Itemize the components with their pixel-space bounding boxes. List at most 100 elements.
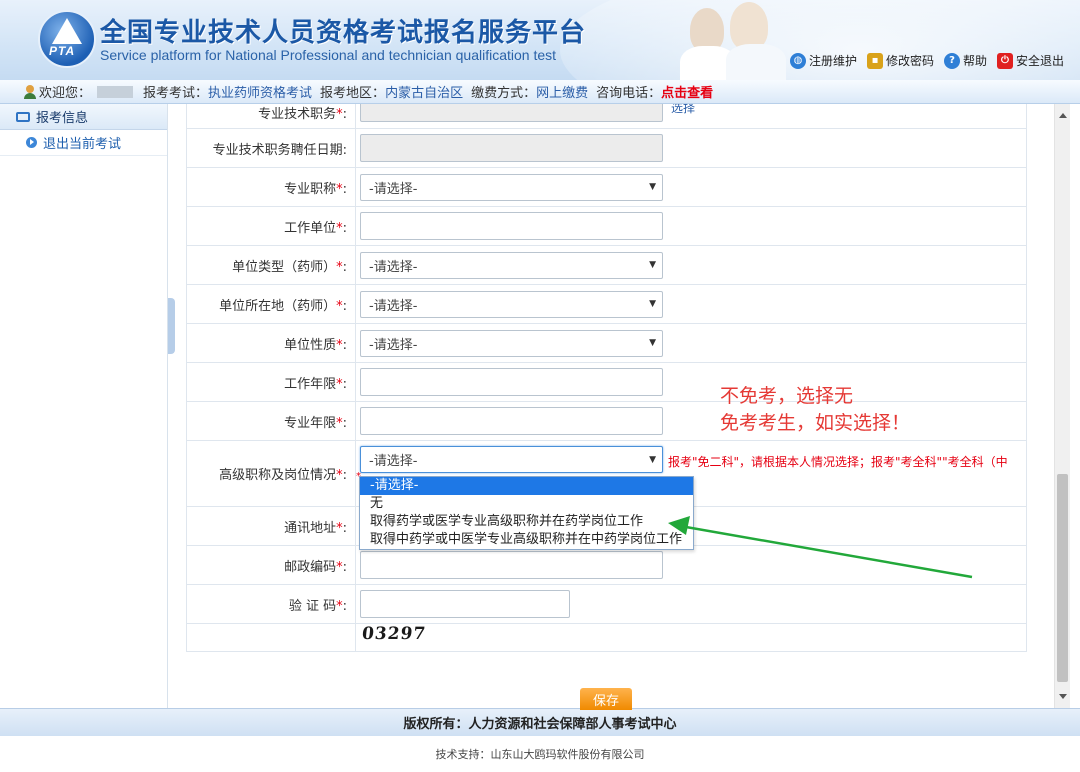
change-password-link[interactable]: ▪ 修改密码 — [866, 52, 934, 69]
username-redacted — [97, 85, 134, 98]
form-control: 03297 — [355, 623, 1027, 652]
form-row-employer: 工作单位*: — [186, 206, 1027, 246]
exam-label: 报考考试： — [143, 86, 209, 101]
help-link[interactable]: ? 帮助 — [943, 52, 987, 69]
power-icon: ⏻ — [996, 52, 1013, 69]
captcha-input[interactable] — [360, 590, 570, 618]
save-button[interactable]: 保存 — [580, 688, 632, 710]
chevron-down-icon: ▼ — [649, 299, 656, 309]
form-row-pro-title: 专业职称*: -请选择- ▼ — [186, 167, 1027, 207]
user-icon — [24, 84, 36, 99]
sidebar-item-exit-exam[interactable]: 退出当前考试 — [0, 130, 167, 156]
top-links: ◍ 注册维护 ▪ 修改密码 ? 帮助 ⏻ 安全退出 — [789, 52, 1064, 69]
dropdown-option[interactable]: 取得中药学或中医学专业高级职称并在中药学岗位工作 — [360, 531, 693, 549]
logo-text: PTA — [49, 44, 76, 58]
pta-logo: PTA — [38, 10, 96, 68]
form-row-postcode: 邮政编码*: — [186, 545, 1027, 585]
title-input — [360, 104, 663, 122]
arrow-circle-icon — [26, 137, 37, 148]
form-control: -请选择- ▼ — [355, 167, 1027, 207]
footer-support: 技术支持：山东山大鸥玛软件股份有限公司 — [435, 748, 645, 761]
region-value: 内蒙古自治区 — [385, 86, 464, 101]
vertical-scrollbar[interactable] — [1054, 104, 1070, 708]
logout-link[interactable]: ⏻ 安全退出 — [996, 52, 1064, 69]
form-label: 单位性质*: — [186, 323, 356, 363]
logo-triangle-icon — [52, 18, 82, 44]
header-photo — [680, 0, 790, 80]
scroll-thumb[interactable] — [1057, 474, 1068, 682]
unit-type-select[interactable]: -请选择- ▼ — [360, 251, 663, 279]
form-label: 通讯地址*: — [186, 506, 356, 546]
annotation-line: 不免考，选择无 — [720, 385, 854, 407]
scroll-up-icon[interactable] — [1059, 113, 1067, 118]
senior-title-dropdown: -请选择- 无 取得药学或医学专业高级职称并在药学岗位工作 取得中药学或中医学专… — [359, 476, 694, 550]
form-label: 高级职称及岗位情况*: — [186, 440, 356, 507]
globe-icon: ◍ — [789, 52, 806, 69]
form-control: -请选择- ▼ — [355, 245, 1027, 285]
captcha-image[interactable]: 03297 — [361, 624, 427, 644]
window-icon — [16, 111, 30, 122]
employer-input[interactable] — [360, 212, 663, 240]
scroll-down-icon[interactable] — [1059, 694, 1067, 699]
dropdown-option[interactable]: -请选择- — [360, 477, 693, 495]
form-label: 工作年限*: — [186, 362, 356, 402]
register-maintain-link[interactable]: ◍ 注册维护 — [789, 52, 857, 69]
exam-value: 执业药师资格考试 — [208, 86, 313, 101]
pro-title-select[interactable]: -请选择- ▼ — [360, 173, 663, 201]
annotation-line: 免考考生，如实选择！ — [720, 412, 911, 434]
pro-years-input[interactable] — [360, 407, 663, 435]
form-label: 专业技术职务*: — [186, 104, 356, 129]
form-label: 验 证 码*: — [186, 584, 356, 624]
form-row-title-date: 专业技术职务聘任日期: — [186, 128, 1027, 168]
annotation-note: 不免考，选择无 免考考生，如实选择！ — [720, 383, 910, 437]
sidebar-collapse-handle[interactable] — [168, 298, 175, 354]
postcode-input[interactable] — [360, 551, 663, 579]
form-row-unit-location: 单位所在地（药师）*: -请选择- ▼ — [186, 284, 1027, 324]
welcome-label: 欢迎您： — [39, 86, 92, 101]
phone-view-link[interactable]: 点击查看 — [661, 82, 713, 101]
site-title: 全国专业技术人员资格考试报名服务平台 — [100, 18, 587, 48]
form-label: 单位所在地（药师）*: — [186, 284, 356, 324]
form-control: -请选择- ▼ — [355, 284, 1027, 324]
form-label: 专业年限*: — [186, 401, 356, 441]
form-control — [355, 362, 1027, 402]
lock-icon: ▪ — [866, 52, 883, 69]
chevron-down-icon: ▼ — [649, 338, 656, 348]
chevron-down-icon: ▼ — [649, 454, 656, 465]
registration-form: 专业技术职务*: 选择 专业技术职务聘任日期: 专业职称*: -请选择- ▼ 工作… — [186, 104, 1027, 652]
form-control — [355, 206, 1027, 246]
unit-location-select[interactable]: -请选择- ▼ — [360, 290, 663, 318]
region-label: 报考地区： — [320, 86, 386, 101]
form-control — [355, 545, 1027, 585]
form-control: -请选择- ▼ — [355, 323, 1027, 363]
sidebar-header[interactable]: 报考信息 — [0, 104, 167, 130]
form-row-unit-nature: 单位性质*: -请选择- ▼ — [186, 323, 1027, 363]
sidebar: 报考信息 退出当前考试 — [0, 104, 168, 708]
form-label: 工作单位*: — [186, 206, 356, 246]
form-control: 选择 — [355, 104, 1027, 129]
footer: 版权所有：人力资源和社会保障部人事考试中心 技术支持：山东山大鸥玛软件股份有限公… — [0, 708, 1080, 772]
form-label: 邮政编码*: — [186, 545, 356, 585]
help-icon: ? — [943, 52, 960, 69]
phone-label: 咨询电话： — [596, 86, 662, 101]
form-label-empty — [186, 623, 356, 652]
form-label: 专业技术职务聘任日期: — [186, 128, 356, 168]
title-date-input — [360, 134, 663, 162]
site-subtitle: Service platform for National Profession… — [100, 47, 557, 63]
work-years-input[interactable] — [360, 368, 663, 396]
form-control — [355, 128, 1027, 168]
chevron-down-icon: ▼ — [649, 260, 656, 270]
footer-copyright: 版权所有：人力资源和社会保障部人事考试中心 — [0, 708, 1080, 736]
senior-title-hint: 报考"免二科"，请根据本人情况选择；报考"考全科""考全科（中 — [668, 455, 1008, 469]
senior-title-select[interactable]: -请选择- ▼ — [360, 446, 663, 473]
dropdown-option[interactable]: 取得药学或医学专业高级职称并在药学岗位工作 — [360, 513, 693, 531]
form-control — [355, 584, 1027, 624]
main-content: 专业技术职务*: 选择 专业技术职务聘任日期: 专业职称*: -请选择- ▼ 工作… — [176, 104, 1054, 708]
unit-nature-select[interactable]: -请选择- ▼ — [360, 329, 663, 357]
info-bar: 欢迎您： 报考考试： 执业药师资格考试 报考地区： 内蒙古自治区 缴费方式： 网… — [0, 80, 1080, 104]
select-title-link[interactable]: 选择 — [671, 104, 695, 116]
dropdown-option[interactable]: 无 — [360, 495, 693, 513]
form-row-captcha: 验 证 码*: — [186, 584, 1027, 624]
pay-label: 缴费方式： — [471, 86, 537, 101]
pay-value: 网上缴费 — [536, 86, 589, 101]
